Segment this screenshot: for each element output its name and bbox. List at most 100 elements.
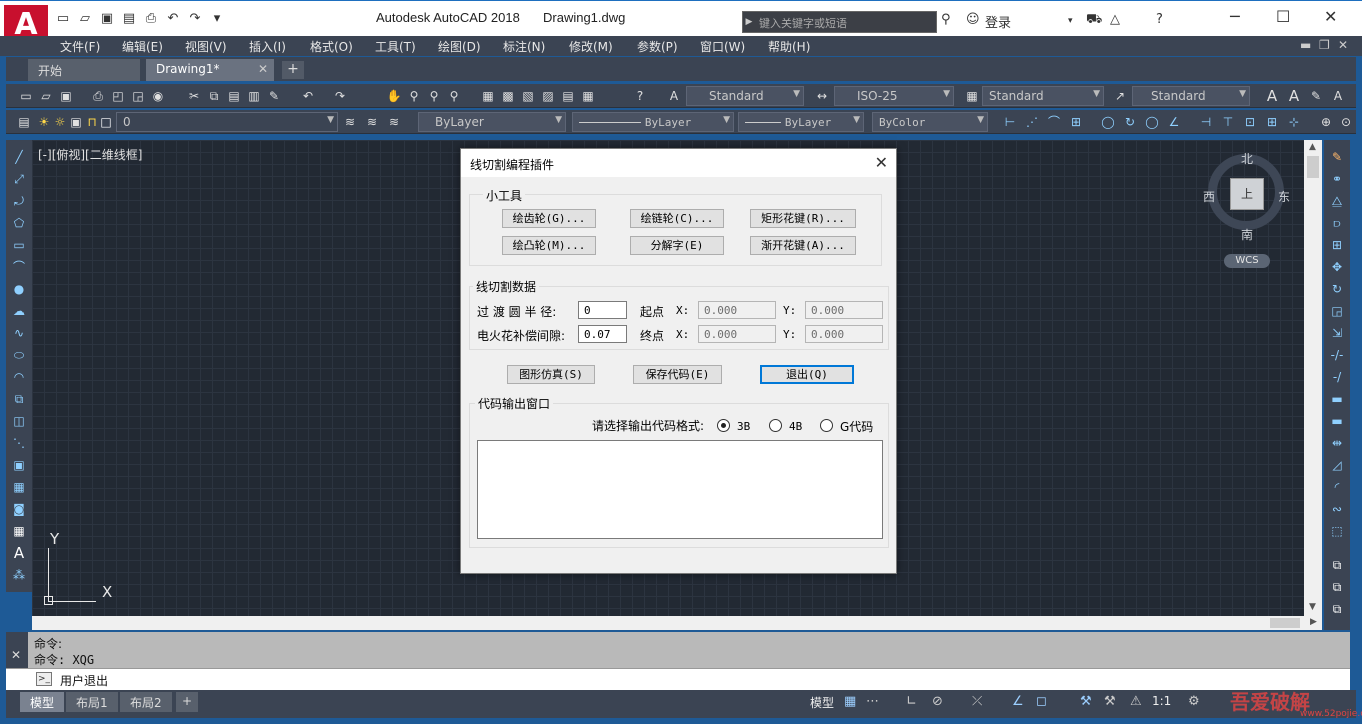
table-icon[interactable]: ▦ [10, 522, 28, 540]
dim-continue-icon[interactable]: ⊡ [1242, 114, 1258, 130]
draw-order-icon[interactable]: ⧉ [1328, 556, 1346, 574]
layer-state-icon[interactable]: ≋ [386, 114, 402, 130]
dim-jogged-icon[interactable]: ↻ [1122, 114, 1138, 130]
maximize-button[interactable]: ☐ [1276, 7, 1290, 26]
circle-icon[interactable]: ● [10, 280, 28, 298]
dim-style-icon[interactable]: ↔ [814, 88, 830, 104]
format-4b-radio[interactable] [769, 419, 782, 432]
autodesk-360-icon[interactable]: △ [1110, 12, 1120, 27]
dim-quick-icon[interactable]: ⊣ [1198, 114, 1214, 130]
menu-insert[interactable]: 插入(I) [249, 38, 286, 55]
dim-space-icon[interactable]: ⊞ [1264, 114, 1280, 130]
plotstyle-select[interactable]: ByColor ▼ [872, 112, 988, 132]
tolerance-icon[interactable]: ⊕ [1318, 114, 1334, 130]
login-dropdown-icon[interactable]: ▾ [1068, 16, 1073, 26]
object-snap-icon[interactable]: ◻ [1036, 694, 1047, 709]
rectangle-icon[interactable]: ▭ [10, 236, 28, 254]
layer-manager-icon[interactable]: ▤ [16, 114, 32, 130]
table-style-icon[interactable]: ▦ [964, 88, 980, 104]
explode-text-button[interactable]: 分解字(E) [630, 236, 724, 255]
table-style-select[interactable]: Standard ▼ [982, 86, 1104, 106]
trim-icon[interactable]: -/- [1328, 346, 1346, 364]
mleader-style-select[interactable]: Standard ▼ [1132, 86, 1250, 106]
erase-icon[interactable]: ✎ [1328, 148, 1346, 166]
block-editor-icon[interactable]: ✎ [266, 88, 282, 104]
linetype-select[interactable]: ByLayer ▼ [572, 112, 734, 132]
add-selected-icon[interactable]: ⁂ [10, 566, 28, 584]
text-style-select[interactable]: Standard ▼ [686, 86, 804, 106]
annotation-text-icon[interactable]: A [1264, 88, 1280, 104]
format-gcode-radio[interactable] [820, 419, 833, 432]
save-as-icon[interactable]: ▤ [120, 11, 138, 27]
auto-scale-icon[interactable]: ⚒ [1104, 694, 1116, 709]
format-3b-label[interactable]: 3B [737, 420, 750, 433]
undo-icon[interactable]: ↶ [300, 88, 316, 104]
layer-vp-freeze-icon[interactable]: ▣ [68, 114, 84, 130]
draw-cam-button[interactable]: 绘凸轮(M)... [502, 236, 596, 255]
new-file-icon[interactable]: ▭ [54, 11, 72, 27]
open-icon[interactable]: ▱ [38, 88, 54, 104]
plot-icon[interactable]: ⎙ [90, 88, 106, 104]
add-layout-icon[interactable]: + [176, 692, 199, 712]
polygon-icon[interactable]: ⬠ [10, 214, 28, 232]
scroll-down-icon[interactable]: ▼ [1309, 602, 1316, 612]
blend-curves-icon[interactable]: ∾ [1328, 500, 1346, 518]
polyline-icon[interactable]: ⤾ [10, 192, 28, 210]
annotation-visibility-icon[interactable]: ✎ [1308, 88, 1324, 104]
construction-line-icon[interactable]: ⤢ [10, 170, 28, 188]
save-icon[interactable]: ▣ [58, 88, 74, 104]
command-input[interactable]: 用户退出 [60, 672, 108, 689]
color-select[interactable]: ByLayer ▼ [418, 112, 566, 132]
extend-icon[interactable]: -/ [1328, 368, 1346, 386]
annotation-scale-icon[interactable]: A [1286, 88, 1302, 104]
center-mark-icon[interactable]: ⊙ [1338, 114, 1354, 130]
layer-select[interactable]: 0 ▼ [116, 112, 338, 132]
isodraft-icon[interactable]: ⤫ [972, 694, 982, 709]
close-window-button[interactable]: ✕ [1324, 7, 1337, 26]
break-icon[interactable]: ▬ [1328, 412, 1346, 430]
new-tab-button[interactable]: + [282, 61, 304, 79]
text-style-icon[interactable]: A [666, 88, 682, 104]
break-at-point-icon[interactable]: ▬ [1328, 390, 1346, 408]
tool-palettes-icon[interactable]: ▧ [520, 88, 536, 104]
model-space-toggle[interactable]: 模型 [810, 694, 834, 711]
doc-restore-icon[interactable]: ❐ [1319, 38, 1330, 52]
mirror-icon[interactable]: ⧋ [1328, 192, 1346, 210]
layer-on-icon[interactable]: ☀ [36, 114, 52, 130]
tab-drawing1[interactable]: Drawing1* ✕ [146, 59, 274, 81]
doc-close-icon[interactable]: ✕ [1338, 38, 1348, 52]
gradient-icon[interactable]: ▦ [10, 478, 28, 496]
user-icon[interactable]: ☺ [966, 12, 980, 27]
horizontal-scrollbar[interactable]: ▶ [32, 616, 1322, 630]
menu-edit[interactable]: 编辑(E) [122, 38, 163, 55]
dim-style-select[interactable]: ISO-25 ▼ [834, 86, 954, 106]
draw-gear-button[interactable]: 绘齿轮(G)... [502, 209, 596, 228]
dim-arc-icon[interactable]: ⌒ [1046, 114, 1062, 130]
dim-radius-icon[interactable]: ◯ [1100, 114, 1116, 130]
tab-start[interactable]: 开始 [28, 59, 140, 81]
menu-dimension[interactable]: 标注(N) [503, 38, 545, 55]
lineweight-select[interactable]: ByLayer ▼ [738, 112, 864, 132]
ellipse-arc-icon[interactable]: ◠ [10, 368, 28, 386]
cut-icon[interactable]: ✂ [186, 88, 202, 104]
menu-tools[interactable]: 工具(T) [375, 38, 416, 55]
compass-north[interactable]: 北 [1241, 150, 1253, 167]
ortho-icon[interactable]: ∟ [906, 694, 917, 709]
vertical-scrollbar[interactable]: ▲ ▼ [1304, 140, 1322, 616]
menu-format[interactable]: 格式(O) [310, 38, 353, 55]
format-3b-radio[interactable] [717, 419, 730, 432]
rotate-icon[interactable]: ↻ [1328, 280, 1346, 298]
menu-draw[interactable]: 绘图(D) [438, 38, 481, 55]
print-icon[interactable]: ⎙ [142, 11, 160, 27]
revision-cloud-icon[interactable]: ☁ [10, 302, 28, 320]
dim-diameter-icon[interactable]: ◯ [1144, 114, 1160, 130]
open-file-icon[interactable]: ▱ [76, 11, 94, 27]
copy-object-icon[interactable]: ⚭ [1328, 170, 1346, 188]
zoom-window-icon[interactable]: ⚲ [426, 88, 442, 104]
dim-angular-icon[interactable]: ∠ [1166, 114, 1182, 130]
login-link[interactable]: 登录 [985, 12, 1011, 31]
hatch-icon[interactable]: ▣ [10, 456, 28, 474]
make-block-icon[interactable]: ◫ [10, 412, 28, 430]
dialog-close-icon[interactable]: ✕ [875, 153, 888, 172]
array-icon[interactable]: ⊞ [1328, 236, 1346, 254]
